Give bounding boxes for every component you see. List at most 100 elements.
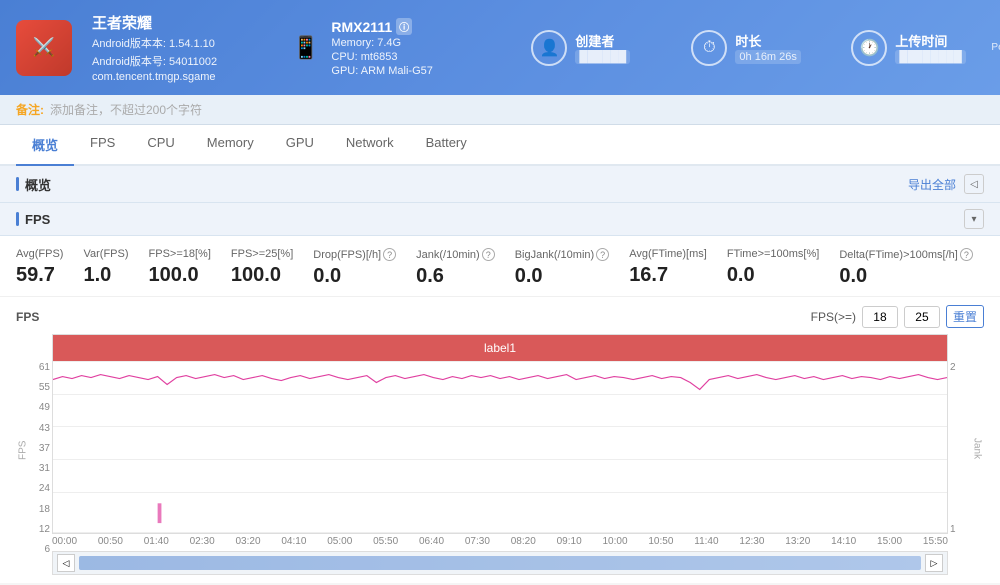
fps-threshold1-input[interactable]	[862, 306, 898, 328]
tab-cpu[interactable]: CPU	[131, 125, 190, 166]
stat-avg-ftime-label: Avg(FTime)[ms]	[629, 248, 707, 260]
stat-avg-fps: Avg(FPS) 59.7	[16, 248, 83, 288]
stat-avg-ftime: Avg(FTime)[ms] 16.7	[629, 248, 727, 288]
fps-polyline	[53, 375, 947, 390]
app-name: 王者荣耀	[92, 12, 252, 33]
app-icon: ⚔️	[16, 20, 72, 76]
chart-controls: FPS FPS(>=) 重置	[16, 305, 984, 328]
stat-bigjank: BigJank(/10min) ? 0.0	[515, 248, 629, 288]
upload-text: 上传时间 ████████	[895, 31, 965, 64]
stat-fps-18-value: 100.0	[149, 264, 211, 287]
upload-stat: 🕐 上传时间 ████████	[851, 30, 971, 66]
tab-overview[interactable]: 概览	[16, 125, 74, 166]
app-package: com.tencent.tmgp.sgame	[92, 71, 252, 83]
stat-fps-18: FPS>=18[%] 100.0	[149, 248, 231, 288]
timeline-thumb[interactable]	[79, 556, 921, 570]
stat-drop-fps-label: Drop(FPS)[/h] ?	[313, 248, 396, 261]
stat-avg-ftime-value: 16.7	[629, 264, 707, 287]
device-icon: 📱	[292, 35, 319, 61]
tab-fps[interactable]: FPS	[74, 125, 131, 166]
creator-text: 创建者 ██████	[575, 31, 630, 64]
device-gpu: GPU: ARM Mali-G57	[331, 65, 491, 77]
duration-label: 时长	[735, 31, 800, 50]
stat-bigjank-label: BigJank(/10min) ?	[515, 248, 609, 261]
stat-ftime-100-label: FTime>=100ms[%]	[727, 248, 820, 260]
delta-ftime-help-icon[interactable]: ?	[960, 248, 973, 261]
timeline-right-btn[interactable]: ▷	[925, 554, 943, 572]
fps-gte-label: FPS(>=)	[811, 310, 856, 324]
export-button[interactable]: 导出全部	[908, 176, 956, 193]
creator-stat: 👤 创建者 ██████	[531, 30, 651, 66]
chart-container[interactable]: label1	[52, 334, 948, 534]
timeline-left-btn[interactable]: ◁	[57, 554, 75, 572]
device-info: RMX2111 ⓘ Memory: 7.4G CPU: mt6853 GPU: …	[331, 18, 491, 77]
tab-network[interactable]: Network	[330, 125, 410, 166]
stat-var-fps-label: Var(FPS)	[83, 248, 128, 260]
device-cpu: CPU: mt6853	[331, 51, 491, 63]
fps-section: FPS ▾ Avg(FPS) 59.7 Var(FPS) 1.0 FPS>=18…	[0, 203, 1000, 583]
app-header: ⚔️ 王者荣耀 Android版本本: 1.54.1.10 Android版本号…	[0, 0, 1000, 95]
tab-gpu[interactable]: GPU	[270, 125, 330, 166]
stat-avg-fps-label: Avg(FPS)	[16, 248, 63, 260]
tab-battery[interactable]: Battery	[410, 125, 483, 166]
creator-icon: 👤	[531, 30, 567, 66]
stat-fps-18-label: FPS>=18[%]	[149, 248, 211, 260]
fps-y-axis-ticks: 61 55 49 43 37 31 24 18 12 6	[30, 334, 52, 575]
annotation-placeholder[interactable]: 添加备注，不超过200个字符	[50, 101, 202, 118]
stat-var-fps-value: 1.0	[83, 264, 128, 287]
jank-help-icon[interactable]: ?	[482, 248, 495, 261]
stat-bigjank-value: 0.0	[515, 265, 609, 288]
chart-label: FPS	[16, 310, 39, 324]
label1-band: label1	[53, 335, 947, 361]
device-section: 📱 RMX2111 ⓘ Memory: 7.4G CPU: mt6853 GPU…	[292, 18, 491, 77]
stat-jank-label: Jank(/10min) ?	[416, 248, 495, 261]
fps-section-header: FPS ▾	[0, 203, 1000, 236]
x-axis: 00:00 00:50 01:40 02:30 03:20 04:10 05:0…	[52, 534, 948, 549]
fps-y-axis-label: FPS	[16, 334, 30, 575]
stat-jank-value: 0.6	[416, 265, 495, 288]
jank-bar-1	[158, 503, 162, 523]
collapse-button[interactable]: ◁	[964, 174, 984, 194]
drop-fps-help-icon[interactable]: ?	[383, 248, 396, 261]
stat-jank: Jank(/10min) ? 0.6	[416, 248, 515, 288]
left-axis-wrapper: FPS 61 55 49 43 37 31 24 18 12 6	[16, 334, 52, 575]
fps-stats-row: Avg(FPS) 59.7 Var(FPS) 1.0 FPS>=18[%] 10…	[0, 236, 1000, 297]
android-version1: Android版本本: 1.54.1.10	[92, 35, 252, 51]
device-name: RMX2111 ⓘ	[331, 18, 491, 35]
creator-label: 创建者	[575, 31, 630, 50]
fps-title: FPS	[16, 212, 50, 227]
stat-delta-ftime: Delta(FTime)>100ms[/h] ? 0.0	[839, 248, 993, 288]
overview-section-header: 概览 导出全部 ◁	[0, 166, 1000, 203]
jank-y-axis-label: Jank	[970, 334, 984, 575]
tab-bar: 概览 FPS CPU Memory GPU Network Battery	[0, 125, 1000, 166]
timeline-track[interactable]	[79, 556, 921, 570]
reset-button[interactable]: 重置	[946, 305, 984, 328]
right-axis-wrapper: 2 1 Jank	[948, 334, 984, 575]
device-memory: Memory: 7.4G	[331, 37, 491, 49]
fps-collapse-button[interactable]: ▾	[964, 209, 984, 229]
stat-delta-ftime-label: Delta(FTime)>100ms[/h] ?	[839, 248, 973, 261]
stat-drop-fps: Drop(FPS)[/h] ? 0.0	[313, 248, 416, 288]
timeline-nav[interactable]: ◁ ▷	[52, 551, 948, 575]
upload-value: ████████	[895, 50, 965, 64]
overview-title: 概览	[16, 175, 51, 194]
stat-drop-fps-value: 0.0	[313, 265, 396, 288]
annotation-label: 备注:	[16, 101, 44, 118]
stat-ftime-100-value: 0.0	[727, 264, 820, 287]
bigjank-help-icon[interactable]: ?	[596, 248, 609, 261]
duration-icon: ⏱	[691, 30, 727, 66]
duration-text: 时长 0h 16m 26s	[735, 31, 800, 64]
creator-value: ██████	[575, 50, 630, 64]
main-chart: label1	[52, 334, 948, 575]
stat-fps-25: FPS>=25[%] 100.0	[231, 248, 313, 288]
fps-chart-area: FPS FPS(>=) 重置 FPS 61 55 49 43 37 31	[0, 297, 1000, 583]
fps-threshold2-input[interactable]	[904, 306, 940, 328]
upload-icon: 🕐	[851, 30, 887, 66]
jank-y-axis-ticks: 2 1	[948, 334, 970, 575]
device-badge: ⓘ	[396, 18, 412, 35]
tab-memory[interactable]: Memory	[191, 125, 270, 166]
stat-delta-ftime-value: 0.0	[839, 265, 973, 288]
fps-controls: FPS(>=) 重置	[811, 305, 984, 328]
fps-chart-svg	[53, 335, 947, 533]
stat-fps-25-value: 100.0	[231, 264, 293, 287]
